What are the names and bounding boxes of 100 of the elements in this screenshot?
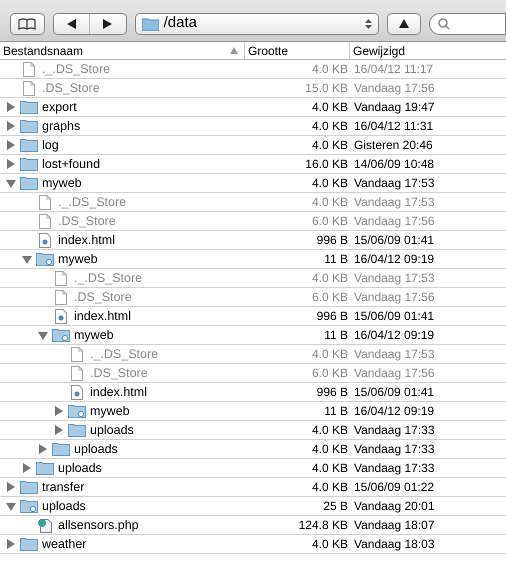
disclosure-triangle-expanded-icon[interactable]: [6, 178, 16, 188]
modified-date: 16/04/12 09:19: [353, 327, 434, 344]
file-name[interactable]: myweb: [42, 174, 82, 192]
file-name[interactable]: myweb: [90, 402, 130, 420]
disclosure-triangle-collapsed-icon[interactable]: [54, 425, 64, 435]
disclosure-triangle-collapsed-icon[interactable]: [6, 102, 16, 112]
folder-icon: [20, 537, 38, 551]
search-icon: [438, 18, 450, 30]
file-size: 6.0 KB: [310, 365, 348, 382]
file-name[interactable]: transfer: [42, 478, 84, 496]
modified-date: 14/06/09 10:48: [353, 156, 434, 173]
file-name[interactable]: graphs: [42, 116, 80, 136]
disclosure-triangle-collapsed-icon[interactable]: [6, 539, 16, 549]
modified-date: Vandaag 17:56: [353, 213, 435, 230]
disclosure-triangle-collapsed-icon[interactable]: [54, 406, 64, 416]
up-button[interactable]: [387, 12, 421, 34]
file-size: 15.0 KB: [304, 80, 348, 97]
file-size: 4.0 KB: [310, 175, 348, 192]
modified-date: 16/04/12 09:19: [353, 251, 434, 268]
file-size: 124.8 KB: [298, 517, 348, 534]
file-name[interactable]: export: [42, 98, 77, 116]
file-name[interactable]: log: [42, 136, 59, 154]
file-name[interactable]: index.html: [58, 230, 115, 250]
file-size: 11 B: [323, 327, 348, 344]
disclosure-triangle-expanded-icon[interactable]: [38, 330, 48, 340]
document-icon: [71, 346, 83, 362]
folder-icon: [36, 461, 54, 475]
file-name[interactable]: uploads: [74, 440, 118, 458]
modified-date: Vandaag 17:53: [353, 346, 435, 363]
folder-icon: [20, 119, 38, 133]
column-header[interactable]: Bestandsnaam: [0, 42, 245, 59]
file-size: 996 B: [316, 384, 348, 401]
up-triangle-icon: [398, 19, 409, 28]
file-size: 4.0 KB: [310, 346, 348, 363]
modified-date: Vandaag 17:53: [353, 194, 435, 211]
folder-icon: [68, 423, 86, 437]
file-name[interactable]: myweb: [74, 326, 114, 344]
file-size: 4.0 KB: [310, 479, 348, 496]
file-size: 4.0 KB: [310, 441, 348, 458]
folder-with-badge-icon: [20, 499, 38, 513]
modified-date: Vandaag 17:56: [353, 365, 435, 382]
document-icon: [55, 290, 67, 304]
modified-date: Vandaag 19:47: [353, 99, 435, 116]
file-size: 4.0 KB: [310, 460, 348, 477]
folder-icon: [20, 138, 38, 152]
web-document-icon: [55, 308, 67, 324]
file-size: 4.0 KB: [310, 422, 348, 439]
modified-date: Vandaag 18:07: [353, 517, 435, 534]
path-text: /data: [164, 13, 198, 34]
file-name[interactable]: weather: [42, 534, 86, 554]
file-name[interactable]: index.html: [74, 306, 131, 326]
modified-date: Vandaag 17:33: [353, 422, 435, 439]
modified-date: Vandaag 18:03: [353, 536, 435, 553]
path-dropdown[interactable]: /data: [134, 12, 380, 34]
document-icon: [23, 80, 35, 96]
file-name[interactable]: uploads: [42, 496, 86, 516]
disclosure-triangle-collapsed-icon[interactable]: [6, 140, 16, 150]
file-name[interactable]: index.html: [90, 382, 147, 402]
modified-date: 15/06/09 01:41: [353, 232, 434, 249]
disclosure-triangle-collapsed-icon[interactable]: [6, 121, 16, 131]
disclosure-triangle-collapsed-icon[interactable]: [6, 159, 16, 169]
folder-icon: [20, 480, 38, 494]
file-size: 6.0 KB: [310, 213, 348, 230]
file-name[interactable]: uploads: [58, 458, 102, 478]
modified-date: Vandaag 17:33: [353, 460, 435, 477]
bookmarks-button[interactable]: [10, 12, 45, 34]
file-size: 6.0 KB: [310, 289, 348, 306]
document-icon: [71, 366, 83, 380]
modified-date: 16/04/12 11:31: [353, 118, 434, 135]
column-header[interactable]: Grootte: [245, 42, 350, 59]
file-size: 996 B: [316, 232, 348, 249]
file-name[interactable]: uploads: [90, 420, 134, 440]
disclosure-triangle-collapsed-icon[interactable]: [38, 444, 48, 454]
disclosure-triangle-collapsed-icon[interactable]: [22, 463, 32, 473]
right-triangle-icon: [103, 18, 112, 28]
web-document-icon: [39, 232, 51, 248]
file-size: 4.0 KB: [310, 61, 348, 78]
book-icon: [18, 18, 36, 30]
file-size: 4.0 KB: [310, 270, 348, 287]
web-document-icon: [71, 384, 83, 400]
left-triangle-icon: [66, 18, 76, 28]
modified-date: Vandaag 17:53: [353, 270, 435, 287]
document-icon: [39, 194, 51, 210]
folder-icon: [20, 157, 38, 171]
disclosure-triangle-collapsed-icon[interactable]: [6, 482, 16, 492]
file-name[interactable]: lost+found: [42, 154, 100, 174]
disclosure-triangle-expanded-icon[interactable]: [22, 254, 32, 264]
file-size: 4.0 KB: [310, 99, 348, 116]
modified-date: 15/06/09 01:22: [353, 479, 434, 496]
document-icon: [23, 62, 35, 76]
folder-with-badge-icon: [52, 328, 70, 342]
updown-arrows-icon: [365, 18, 372, 30]
disclosure-triangle-expanded-icon[interactable]: [6, 502, 16, 510]
file-name[interactable]: allsensors.php: [58, 516, 139, 534]
column-header[interactable]: Gewijzigd: [350, 42, 506, 59]
modified-date: Vandaag 20:01: [353, 498, 435, 515]
search-field[interactable]: [428, 12, 506, 34]
file-name[interactable]: myweb: [58, 250, 98, 268]
file-size: 4.0 KB: [310, 194, 348, 211]
file-size: 4.0 KB: [310, 137, 348, 154]
